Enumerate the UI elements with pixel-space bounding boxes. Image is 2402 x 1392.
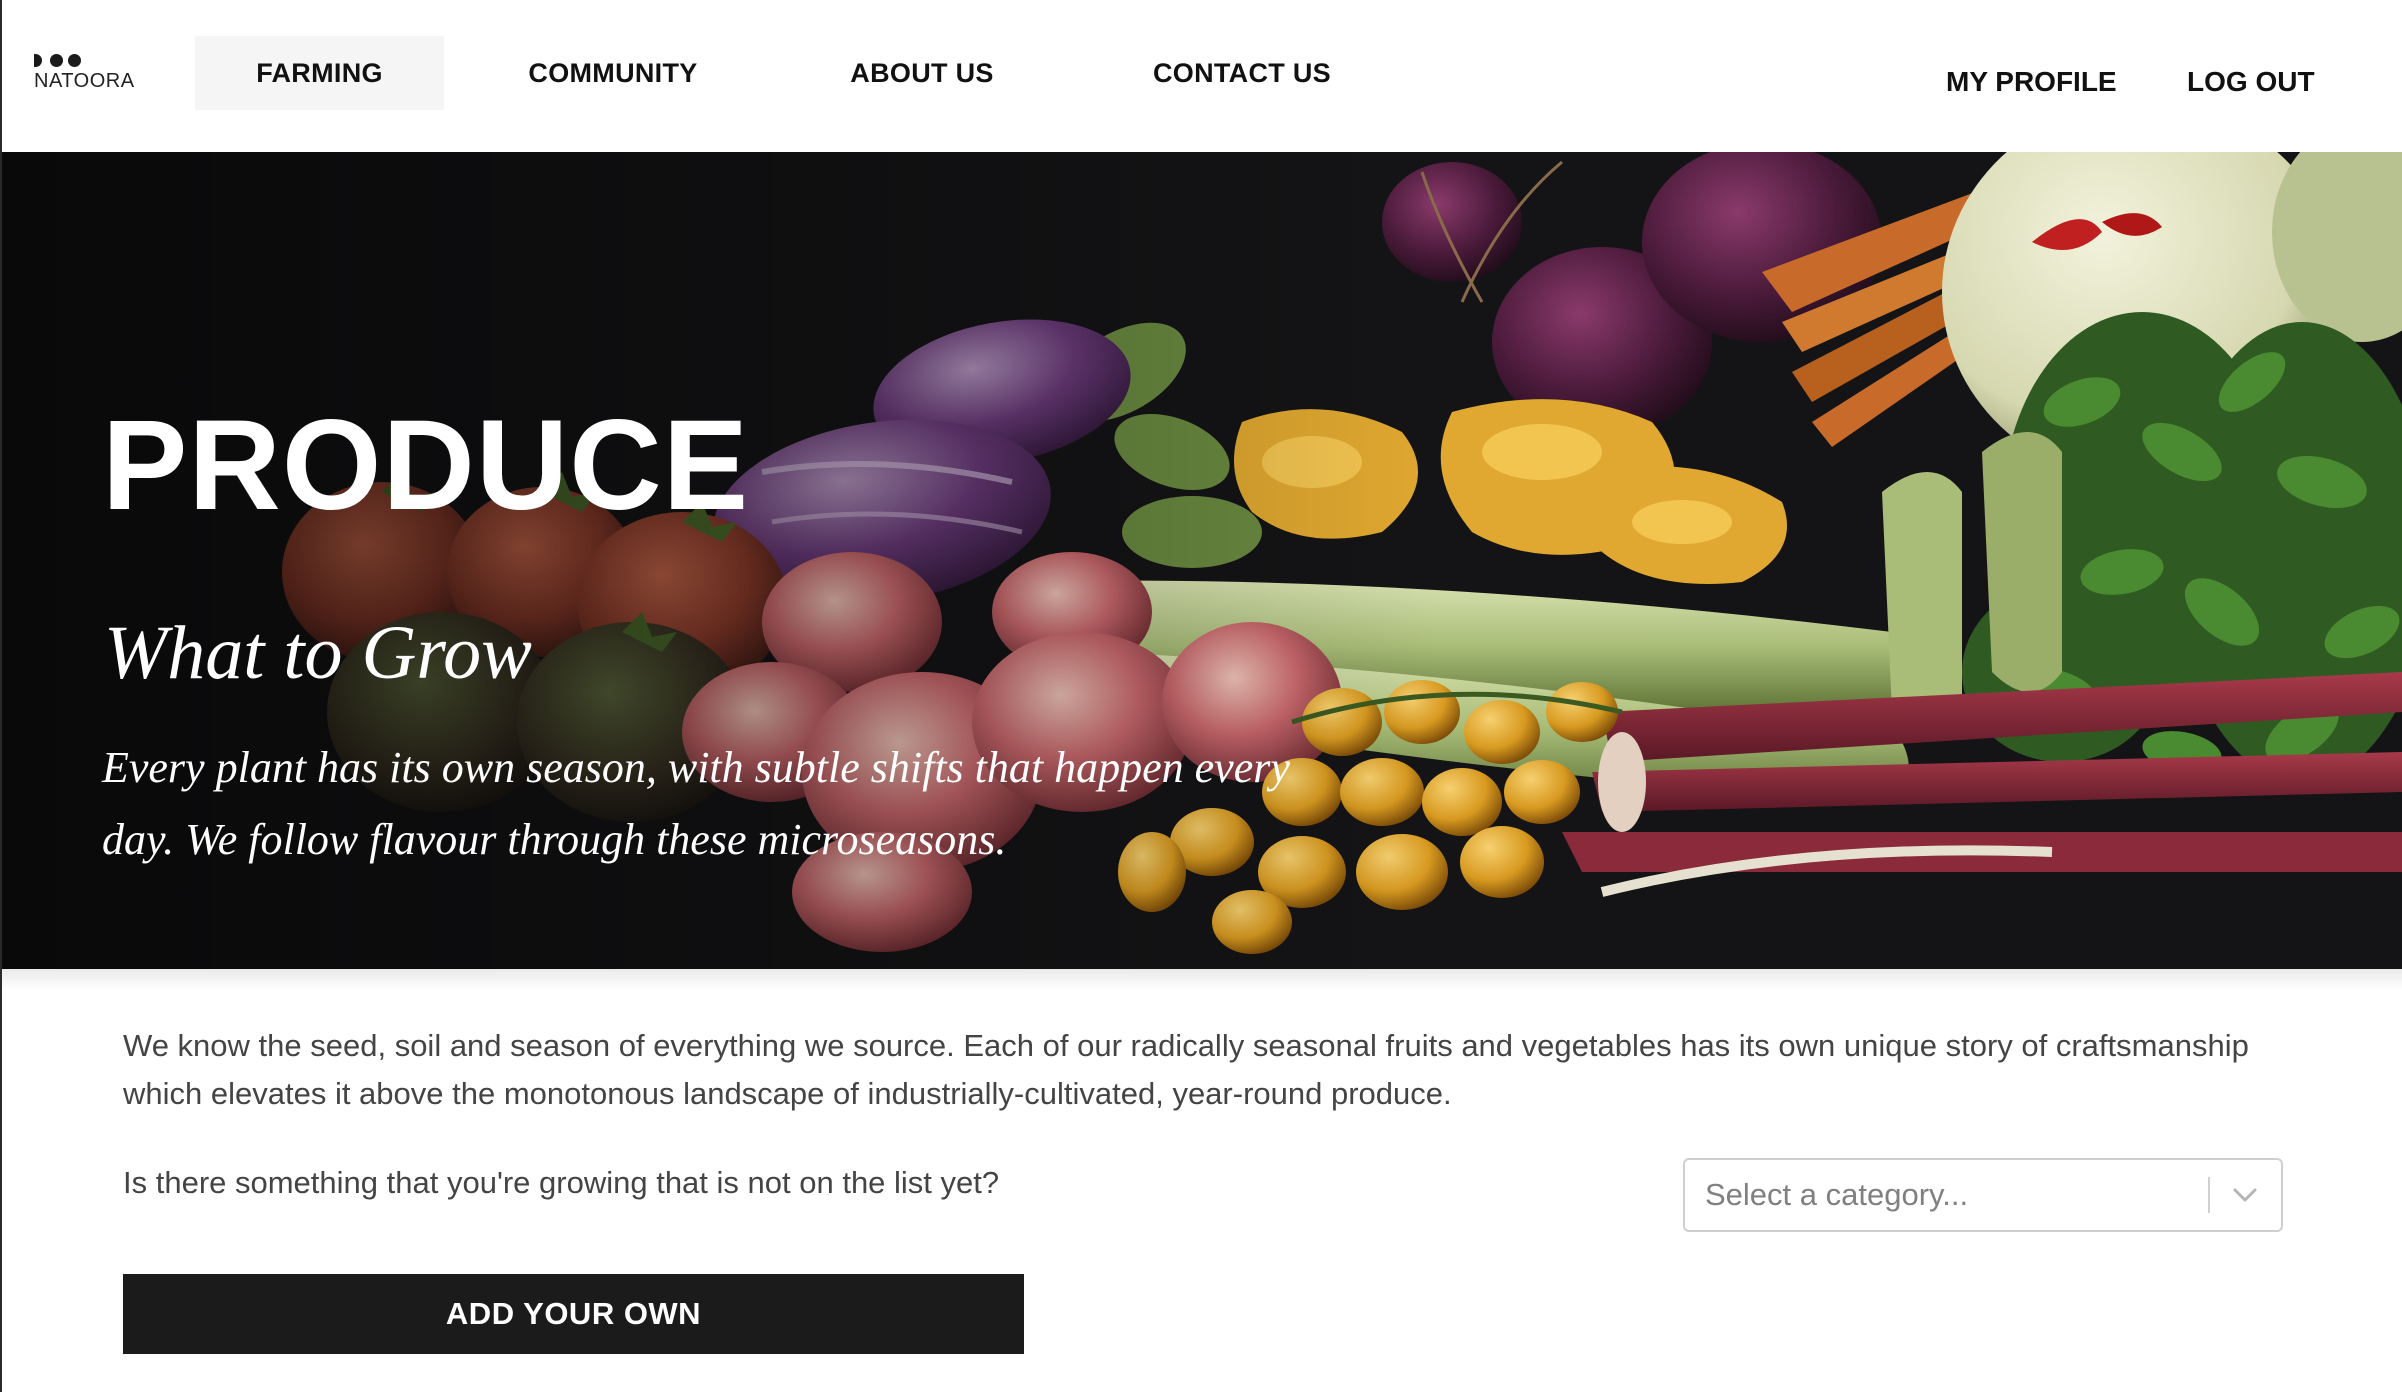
- add-your-own-button[interactable]: ADD YOUR OWN: [123, 1274, 1024, 1354]
- brand-logo[interactable]: NATOORA: [34, 54, 144, 94]
- nav-item-farming[interactable]: FARMING: [195, 36, 444, 110]
- nav-item-contact-us[interactable]: CONTACT US: [1122, 36, 1362, 110]
- nav-item-about-us[interactable]: ABOUT US: [812, 36, 1032, 110]
- select-separator: [2208, 1177, 2210, 1213]
- hero-title: PRODUCE: [102, 394, 750, 537]
- nav-item-community[interactable]: COMMUNITY: [497, 36, 729, 110]
- page: NATOORA FARMING COMMUNITY ABOUT US CONTA…: [0, 0, 2402, 1392]
- hero-subtitle: What to Grow: [104, 611, 532, 695]
- brand-name: NATOORA: [34, 70, 135, 92]
- hero-banner: PRODUCE What to Grow Every plant has its…: [2, 152, 2402, 969]
- hero-shadow: [2, 969, 2402, 991]
- my-profile-link[interactable]: MY PROFILE: [1946, 45, 2117, 119]
- category-select[interactable]: Select a category...: [1683, 1158, 2283, 1232]
- category-select-placeholder: Select a category...: [1705, 1177, 1969, 1212]
- hero-description: Every plant has its own season, with sub…: [102, 743, 1290, 864]
- chevron-down-icon[interactable]: [2230, 1184, 2260, 1206]
- intro-paragraph: We know the seed, soil and season of eve…: [123, 1028, 2249, 1111]
- top-navigation: NATOORA FARMING COMMUNITY ABOUT US CONTA…: [2, 0, 2402, 152]
- add-prompt-text: Is there something that you're growing t…: [123, 1165, 1000, 1200]
- log-out-link[interactable]: LOG OUT: [2187, 45, 2315, 119]
